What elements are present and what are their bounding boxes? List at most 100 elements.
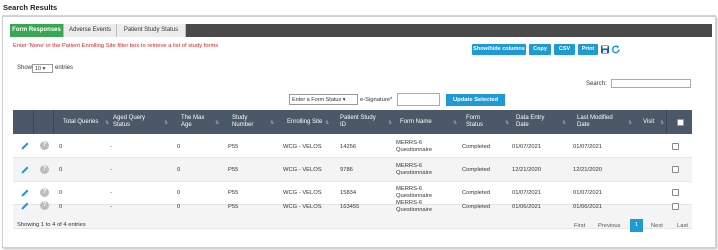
sort-icon: ⇅: [505, 120, 510, 126]
print-button[interactable]: Print: [578, 44, 598, 55]
entries-per-page-select[interactable]: 10 ▾: [32, 64, 53, 73]
sort-icon: ⇅: [388, 120, 393, 126]
header-divider: [666, 110, 667, 134]
sort-icon: ⇅: [105, 120, 110, 126]
cell-data-entry-date: 01/06/2021: [512, 204, 542, 210]
cell-form-status: Completed: [462, 204, 491, 210]
csv-button[interactable]: CSV: [554, 44, 575, 55]
title-divider: [2, 15, 716, 16]
cell-aged-query-status: -: [110, 144, 112, 150]
cell-last-modified-date: 01/06/2021: [573, 204, 603, 210]
cell-study-number: P55: [228, 204, 239, 210]
filter-notice: Enter 'None' in the Patient Enrolling Si…: [13, 43, 219, 49]
row-checkbox[interactable]: [672, 143, 679, 150]
cell-data-entry-date: 01/07/2021: [512, 144, 542, 150]
cell-max-age: 0: [177, 167, 181, 173]
chevron-down-icon: ▾: [342, 97, 346, 103]
cell-aged-query-status: -: [110, 190, 112, 196]
cell-form-status: Completed: [462, 167, 491, 173]
cell-last-modified-date: 01/07/2021: [573, 190, 603, 196]
edit-pencil-icon[interactable]: [20, 165, 30, 175]
cell-last-modified-date: 12/21/2020: [573, 167, 603, 173]
cell-data-entry-date: 12/21/2020: [512, 167, 542, 173]
column-header-aged-query-status[interactable]: Aged Query Status: [113, 110, 163, 134]
cell-max-age: 0: [177, 190, 181, 196]
esignature-label: e-Signature*: [360, 97, 393, 103]
table-info: Showing 1 to 4 of 4 entries: [17, 222, 86, 228]
cell-aged-query-status: -: [110, 167, 112, 173]
cell-last-modified-date: 01/07/2021: [573, 144, 603, 150]
cell-form-name[interactable]: MERRS-6 Questionnaire: [396, 140, 438, 153]
header-divider: [53, 110, 54, 134]
help-icon[interactable]: ?: [40, 165, 49, 174]
show-hide-columns-button[interactable]: Show/hide columns: [472, 44, 526, 55]
column-header-last-modified-date[interactable]: Last Modified Date: [577, 110, 622, 134]
search-input[interactable]: [611, 79, 691, 88]
help-icon[interactable]: ?: [40, 201, 49, 210]
cell-study-number: P55: [228, 144, 239, 150]
cell-patient-study-id[interactable]: 163455: [340, 204, 359, 211]
help-icon[interactable]: ?: [40, 188, 49, 197]
sort-icon: ⇅: [164, 120, 169, 126]
form-status-select[interactable]: Enter a Form Status ▾: [289, 94, 358, 105]
cell-enrolling-site: WCG - VELOS: [283, 204, 322, 210]
edit-pencil-icon[interactable]: [20, 141, 30, 151]
cell-enrolling-site: WCG - VELOS: [283, 144, 322, 150]
cell-study-number: P55: [228, 190, 239, 196]
sort-icon: ⇅: [270, 120, 275, 126]
cell-form-name[interactable]: MERRS-6 Questionnaire: [396, 200, 438, 213]
chevron-down-icon: ▾: [42, 66, 46, 72]
sort-icon: ⇅: [215, 120, 220, 126]
page-title: Search Results: [3, 3, 58, 12]
tab-form-responses[interactable]: Form Responses: [10, 24, 64, 37]
help-icon[interactable]: ?: [40, 141, 49, 150]
column-header-data-entry-date[interactable]: Data Entry Date: [516, 110, 554, 134]
column-header-total-queries[interactable]: Total Queries: [63, 110, 107, 134]
select-all-checkbox[interactable]: [677, 119, 684, 126]
pagination-first[interactable]: First: [574, 223, 585, 229]
cell-patient-study-id[interactable]: 15834: [340, 190, 356, 197]
cell-aged-query-status: -: [110, 204, 112, 210]
copy-button[interactable]: Copy: [529, 44, 551, 55]
cell-enrolling-site: WCG - VELOS: [283, 190, 322, 196]
header-divider: [33, 110, 34, 134]
sort-icon: ⇅: [453, 120, 458, 126]
sort-icon: ⇅: [562, 120, 567, 126]
cell-form-name[interactable]: MERRS-6 Questionnaire: [396, 186, 438, 199]
row-checkbox[interactable]: [672, 166, 679, 173]
sort-icon: ⇅: [628, 120, 633, 126]
pagination-previous[interactable]: Previous: [598, 223, 621, 229]
column-header-patient-study-id[interactable]: Patient Study ID: [340, 110, 382, 134]
tab-patient-study-status[interactable]: Patient Study Status: [117, 24, 186, 37]
refresh-icon[interactable]: [611, 44, 621, 55]
update-selected-button[interactable]: Update Selected: [446, 94, 505, 106]
search-label: Search:: [586, 81, 607, 87]
column-header-form-status[interactable]: Form Status: [466, 110, 496, 134]
cell-patient-study-id[interactable]: 14256: [340, 144, 356, 151]
cell-max-age: 0: [177, 144, 181, 150]
cell-total-queries: 0: [59, 204, 63, 210]
pagination-current-page[interactable]: 1: [630, 219, 643, 232]
sort-icon: ⇅: [325, 120, 330, 126]
cell-enrolling-site: WCG - VELOS: [283, 167, 322, 173]
column-header-study-number[interactable]: Study Number: [232, 110, 267, 134]
row-checkbox[interactable]: [672, 203, 679, 210]
form-status-select-value: Enter a Form Status: [292, 97, 342, 103]
cell-form-status: Completed: [462, 144, 491, 150]
entries-per-page-value: 10: [35, 66, 42, 72]
column-header-max-age[interactable]: The Max Age: [181, 110, 216, 134]
cell-data-entry-date: 01/07/2021: [512, 190, 542, 196]
cell-form-name[interactable]: MERRS-6 Questionnaire: [396, 163, 438, 176]
sort-icon: ⇅: [660, 120, 665, 126]
pagination-last[interactable]: Last: [677, 223, 688, 229]
save-icon[interactable]: [600, 44, 610, 55]
tab-adverse-events[interactable]: Adverse Events: [64, 24, 117, 37]
row-checkbox[interactable]: [672, 189, 679, 196]
cell-patient-study-id[interactable]: 9786: [340, 167, 353, 174]
edit-pencil-icon[interactable]: [20, 188, 30, 198]
edit-pencil-icon[interactable]: [20, 201, 30, 211]
pagination-next[interactable]: Next: [651, 223, 663, 229]
column-header-form-name[interactable]: Form Name: [400, 110, 450, 134]
esignature-input[interactable]: [397, 93, 440, 106]
column-header-enrolling-site[interactable]: Enrolling Site: [287, 110, 325, 134]
